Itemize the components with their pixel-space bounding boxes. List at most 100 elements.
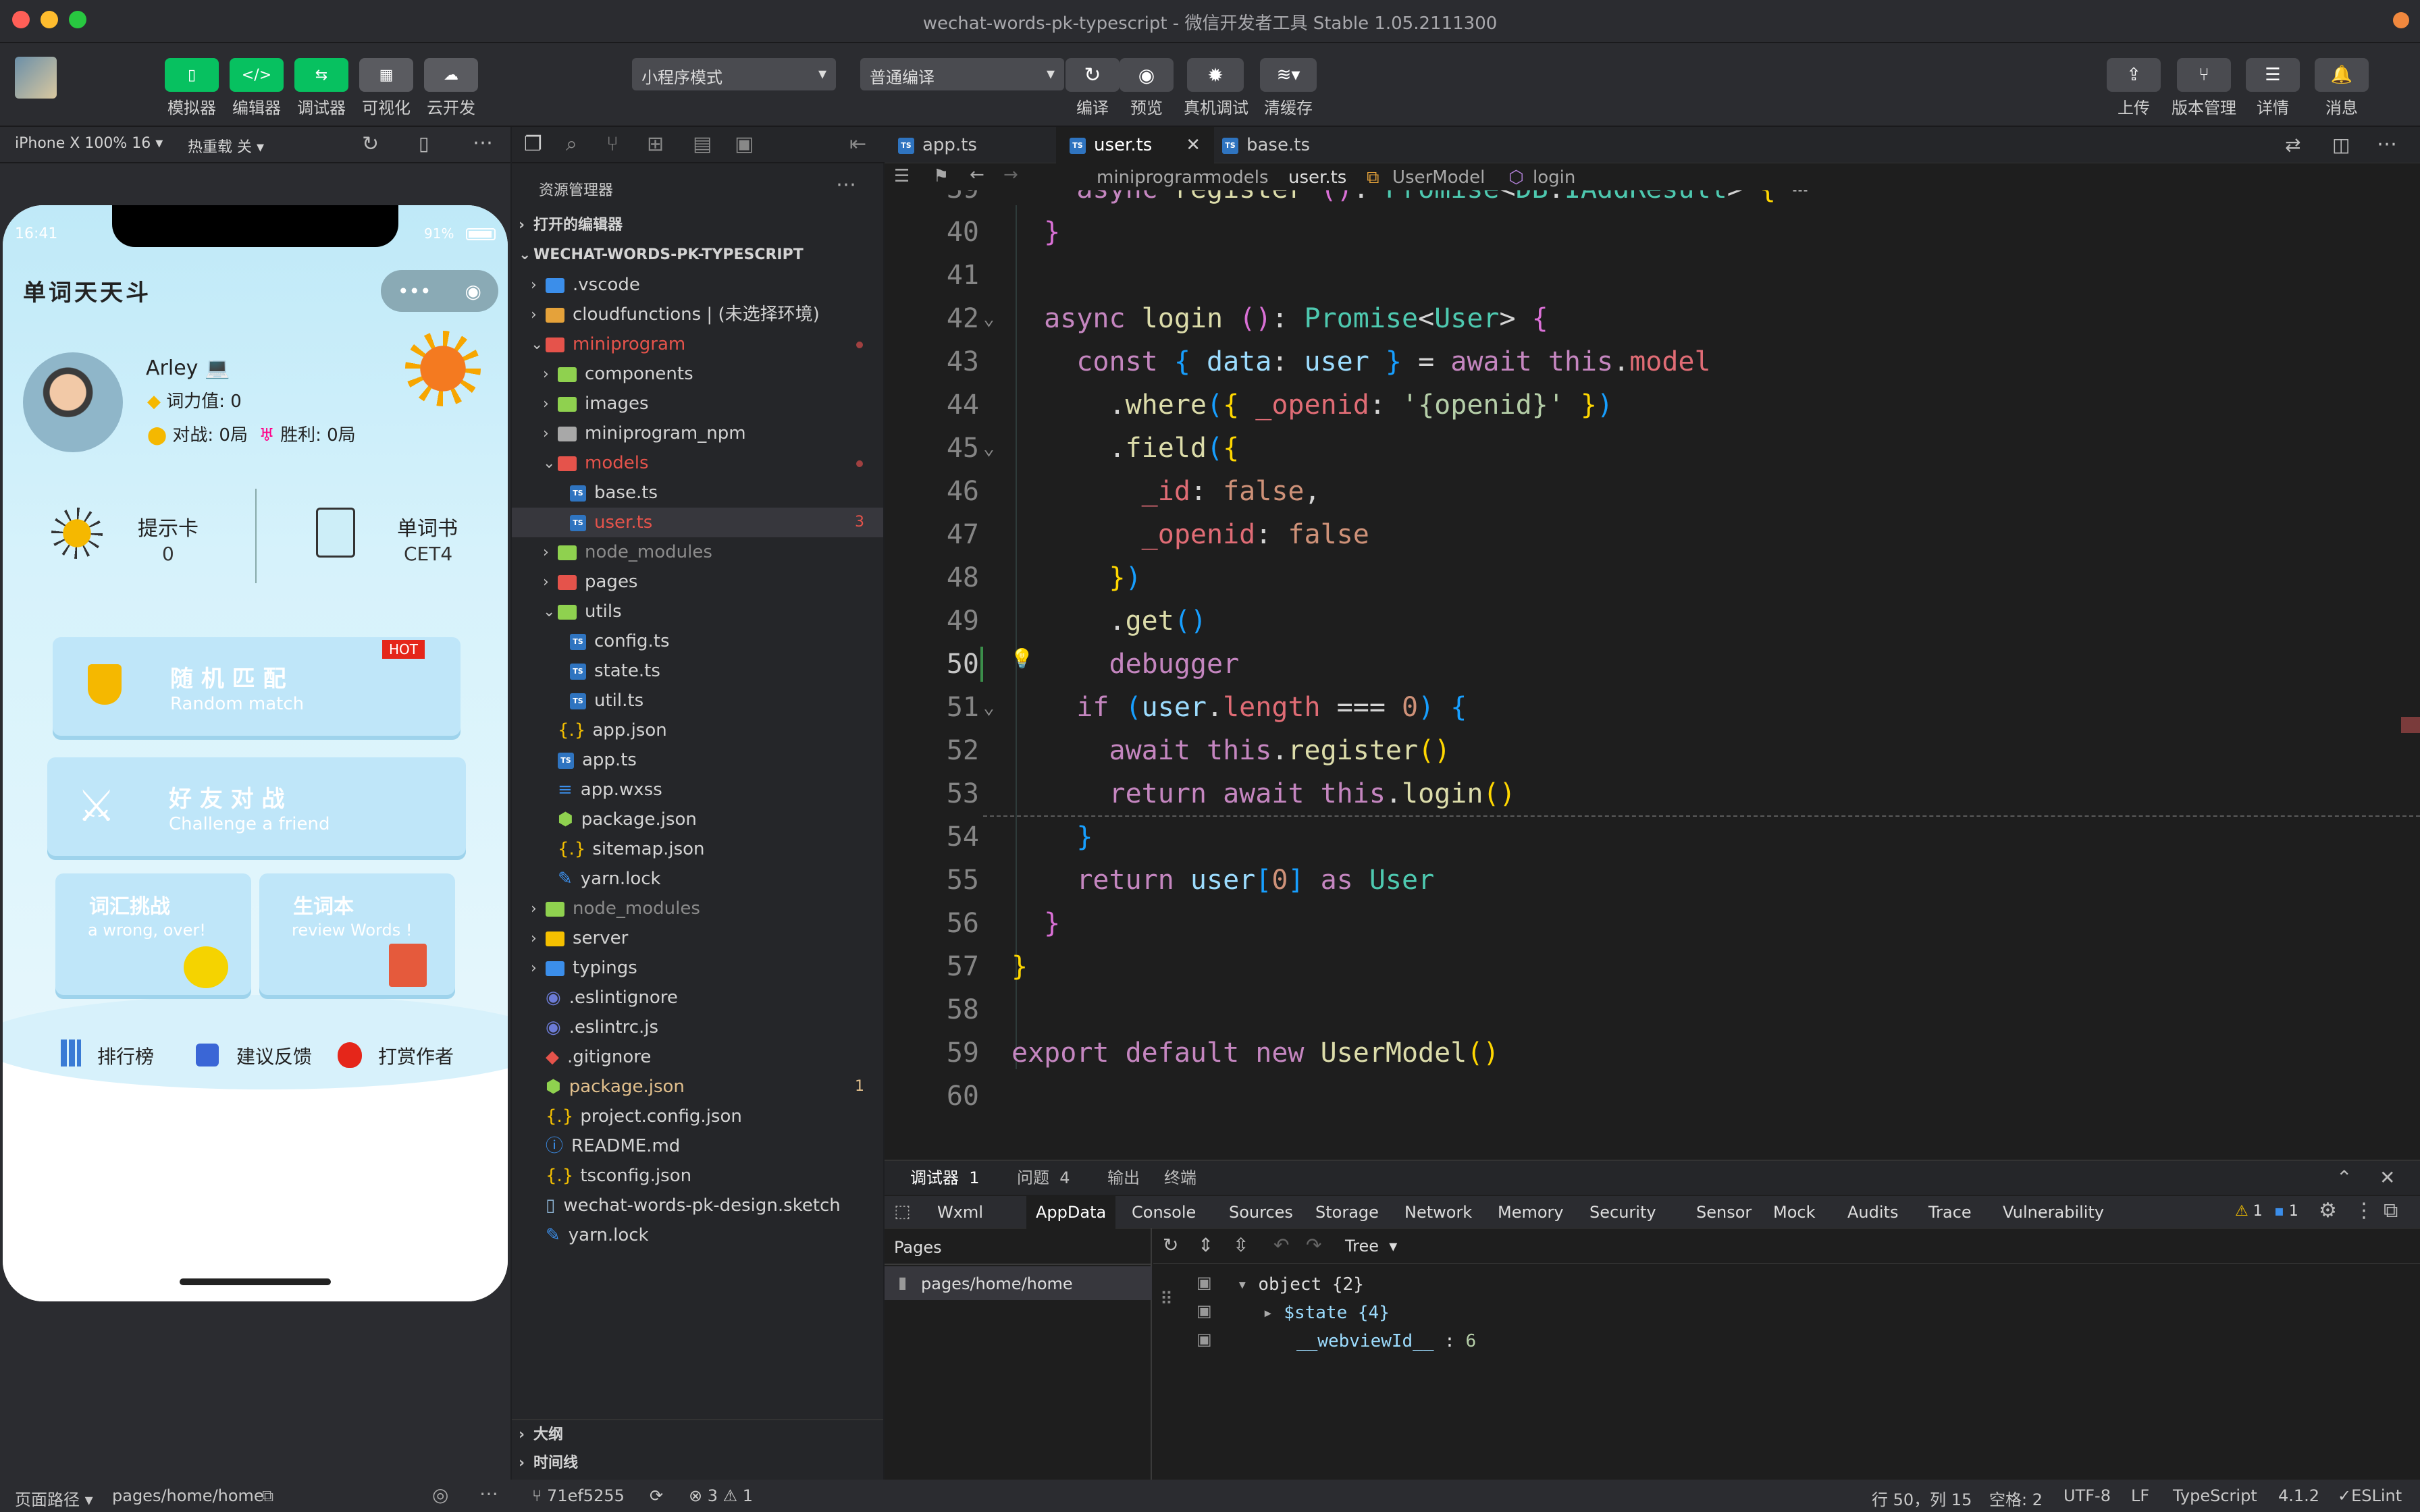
search-icon[interactable]: ⌕ xyxy=(566,132,577,156)
tree-item[interactable]: › pages xyxy=(512,567,883,597)
tree-item[interactable]: › images xyxy=(512,389,883,418)
tree-item[interactable]: › typings xyxy=(512,953,883,983)
tree-item[interactable]: › components xyxy=(512,359,883,389)
kebab-menu-icon[interactable]: ⋮ xyxy=(2354,1199,2374,1222)
extensions-icon[interactable]: ⊞ xyxy=(647,132,664,156)
ts-version[interactable]: 4.1.2 xyxy=(2278,1486,2319,1505)
breadcrumb-item[interactable]: login xyxy=(1533,167,1575,188)
terminal-tab[interactable]: 终端 xyxy=(1164,1161,1196,1195)
error-indicator[interactable]: ▪ 1 xyxy=(2274,1203,2298,1220)
tree-item[interactable]: › node_modules xyxy=(512,537,883,567)
devtools-subtab[interactable]: Console xyxy=(1122,1196,1205,1228)
compare-icon[interactable]: ⇄ xyxy=(2285,134,2300,156)
cloud-button[interactable]: ☁ xyxy=(424,58,478,92)
collapse-panel-icon[interactable]: ⇤ xyxy=(849,132,866,156)
compile-mode-select[interactable]: 普通编译 ▾ xyxy=(860,58,1064,90)
more-dots-icon[interactable]: ••• xyxy=(398,280,431,302)
eol[interactable]: LF xyxy=(2131,1486,2149,1505)
view-mode-select[interactable]: Tree ▾ xyxy=(1345,1237,1397,1256)
encoding[interactable]: UTF-8 xyxy=(2063,1486,2111,1505)
friend-battle-card[interactable]: ⚔ 好 友 对 战 Challenge a friend xyxy=(47,757,466,856)
git-branch[interactable]: ⑂ 71ef5255 xyxy=(532,1486,625,1505)
devtools-subtab[interactable]: Memory xyxy=(1488,1196,1573,1228)
close-miniprogram-icon[interactable]: ◉ xyxy=(465,280,481,302)
output-tab[interactable]: 输出 xyxy=(1107,1161,1140,1195)
fold-chevron-icon[interactable]: ⌄ xyxy=(983,686,995,729)
cursor-position[interactable]: 行 50，列 15 xyxy=(1872,1486,1972,1510)
vocab-challenge-card[interactable]: 词汇挑战 a wrong, over! xyxy=(55,873,251,995)
back-arrow-icon[interactable]: ← xyxy=(970,165,984,185)
editor-more-icon[interactable]: ⋯ xyxy=(2377,132,2397,156)
list-icon[interactable]: ☰ xyxy=(894,166,910,186)
lightbulb-icon[interactable]: 💡 xyxy=(1010,637,1034,680)
more-icon[interactable]: ⋯ xyxy=(479,1482,498,1505)
source-control-icon[interactable]: ⑂ xyxy=(606,132,619,156)
tree-item[interactable]: ◆ .gitignore xyxy=(512,1042,883,1072)
devtools-subtab[interactable]: AppData xyxy=(1026,1196,1116,1228)
rank-link[interactable]: 排行榜 xyxy=(97,1042,154,1069)
feedback-link[interactable]: 建议反馈 xyxy=(236,1042,312,1069)
more-icon[interactable]: ⋯ xyxy=(473,131,493,155)
tree-item[interactable]: {.} tsconfig.json xyxy=(512,1161,883,1191)
tree-item[interactable]: › miniprogram_npm xyxy=(512,418,883,448)
tree-item[interactable]: TS config.ts xyxy=(512,626,883,656)
tree-item[interactable]: ◉ .eslintrc.js xyxy=(512,1013,883,1042)
devtools-subtab[interactable]: Audits xyxy=(1838,1196,1908,1228)
eslint-status[interactable]: ✓ESLint xyxy=(2338,1486,2402,1505)
tree-item[interactable]: ✎ yarn.lock xyxy=(512,864,883,894)
copy-icon[interactable]: ▣ xyxy=(1196,1330,1212,1349)
redo-icon[interactable]: ↷ xyxy=(1306,1234,1321,1256)
forward-arrow-icon[interactable]: → xyxy=(1003,165,1018,185)
copy-icon[interactable]: ▣ xyxy=(1196,1273,1212,1292)
visual-button[interactable]: ▦ xyxy=(359,58,413,92)
tree-webview-id[interactable]: __webviewId__ : 6 xyxy=(1296,1331,1476,1351)
fold-chevron-icon[interactable]: ⌄ xyxy=(983,427,995,470)
drag-handle-icon[interactable]: ⠿ xyxy=(1160,1289,1173,1310)
expand-icon[interactable]: ⇕ xyxy=(1198,1234,1213,1256)
tree-item[interactable]: ▯ wechat-words-pk-design.sketch xyxy=(512,1191,883,1220)
copy-icon[interactable]: ▣ xyxy=(1196,1301,1212,1320)
tree-root[interactable]: ▾ object {2} xyxy=(1237,1274,1364,1295)
eye-icon[interactable]: ◎ xyxy=(432,1484,448,1506)
tree-item[interactable]: › .vscode xyxy=(512,270,883,300)
tree-item[interactable]: ⬢ package.json xyxy=(512,805,883,834)
devtools-subtab[interactable]: Security xyxy=(1580,1196,1666,1228)
random-match-card[interactable]: 随 机 匹 配 Random match HOT xyxy=(53,637,461,736)
refresh-icon[interactable]: ↻ xyxy=(1163,1234,1178,1256)
new-words-card[interactable]: 生词本 review Words ! xyxy=(259,873,455,995)
tab-app-ts[interactable]: TS app.ts xyxy=(898,127,1047,163)
tree-item[interactable]: TS user.ts 3 xyxy=(512,508,883,537)
tree-item[interactable]: ⓘ README.md xyxy=(512,1131,883,1161)
devtools-subtab[interactable]: Storage xyxy=(1306,1196,1388,1228)
undo-icon[interactable]: ↶ xyxy=(1273,1234,1289,1256)
close-panel-icon[interactable]: ✕ xyxy=(2379,1161,2395,1195)
phone-rotate-icon[interactable]: ▯ xyxy=(419,132,429,155)
tree-item[interactable]: ◉ .eslintignore xyxy=(512,983,883,1013)
editor-button[interactable]: </> xyxy=(230,58,284,92)
storage-icon[interactable]: ▤ xyxy=(693,132,712,156)
copy-icon[interactable]: ⧉ xyxy=(262,1486,273,1505)
explorer-more-icon[interactable]: ⋯ xyxy=(836,173,856,196)
devtools-subtab[interactable]: Mock xyxy=(1764,1196,1824,1228)
tree-state[interactable]: ▸ $state {4} xyxy=(1263,1303,1390,1323)
device-select[interactable]: iPhone X 100% 16 ▾ xyxy=(15,135,163,152)
open-editors-section[interactable]: › 打开的编辑器 xyxy=(512,211,883,240)
fold-chevron-icon[interactable]: ⌄ xyxy=(983,297,995,340)
breadcrumb-item[interactable]: UserModel xyxy=(1392,167,1485,188)
sync-icon[interactable]: ⟳ xyxy=(650,1486,663,1505)
problems-indicator[interactable]: ⊗ 3 ⚠ 1 xyxy=(689,1486,753,1505)
version-button[interactable]: ⑂ xyxy=(2177,58,2231,92)
tree-item[interactable]: TS base.ts xyxy=(512,478,883,508)
tree-item[interactable]: {.} project.config.json xyxy=(512,1102,883,1131)
tab-base-ts[interactable]: TS base.ts xyxy=(1222,127,1371,163)
inspect-icon[interactable]: ⬚ xyxy=(894,1202,911,1222)
breadcrumb-item[interactable]: models xyxy=(1205,167,1269,188)
tree-item[interactable]: ⬢ package.json 1 xyxy=(512,1072,883,1102)
tree-item[interactable]: ⌄ models xyxy=(512,448,883,478)
close-tab-icon[interactable]: ✕ xyxy=(1186,127,1201,163)
debugger-button[interactable]: ⇆ xyxy=(294,58,348,92)
breadcrumb-item[interactable]: miniprogram xyxy=(1097,167,1209,188)
tree-item[interactable]: ≡ app.wxss xyxy=(512,775,883,805)
details-button[interactable]: ☰ xyxy=(2246,58,2300,92)
devtools-subtab[interactable]: Network xyxy=(1395,1196,1481,1228)
